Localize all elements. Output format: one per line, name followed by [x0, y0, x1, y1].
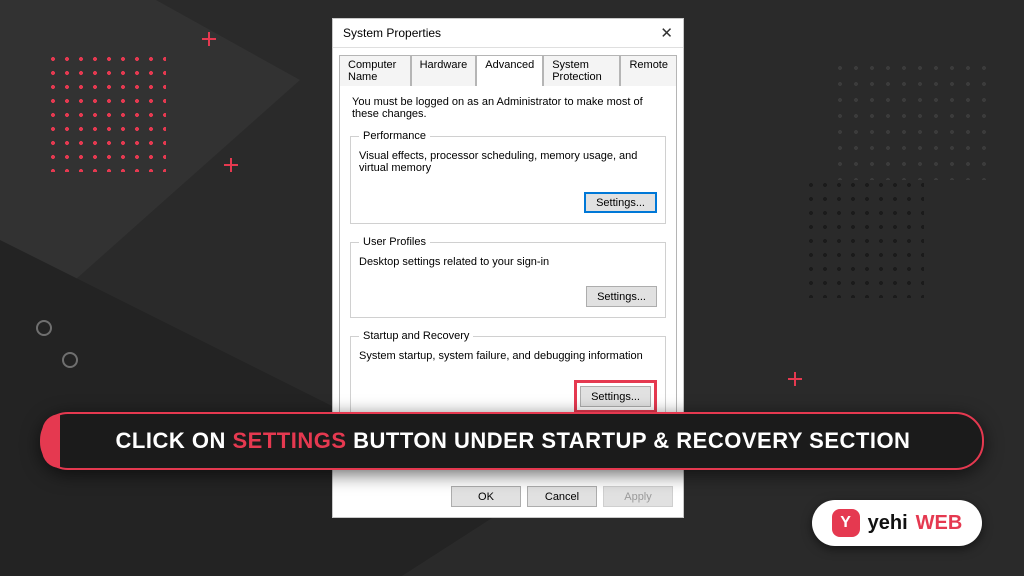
ring-icon — [62, 352, 78, 368]
window-title: System Properties — [343, 26, 441, 40]
logo-text-1: yehi — [868, 512, 908, 535]
group-startup-recovery-legend: Startup and Recovery — [359, 330, 473, 342]
close-icon[interactable]: ✕ — [643, 24, 673, 42]
tab-computer-name[interactable]: Computer Name — [339, 55, 411, 86]
tab-remote[interactable]: Remote — [620, 55, 677, 86]
group-startup-recovery: Startup and Recovery System startup, sys… — [350, 330, 666, 424]
bg-dots-red — [46, 52, 166, 172]
startup-recovery-settings-button[interactable]: Settings... — [580, 386, 651, 407]
banner-text-post: BUTTON UNDER STARTUP & RECOVERY SECTION — [347, 428, 911, 453]
group-performance-desc: Visual effects, processor scheduling, me… — [359, 150, 657, 174]
bg-dots-light — [832, 60, 992, 180]
ring-icon — [36, 320, 52, 336]
group-user-profiles-desc: Desktop settings related to your sign-in — [359, 256, 657, 268]
group-performance: Performance Visual effects, processor sc… — [350, 130, 666, 224]
window-titlebar[interactable]: System Properties ✕ — [333, 19, 683, 48]
cancel-button[interactable]: Cancel — [527, 486, 597, 507]
performance-settings-button[interactable]: Settings... — [584, 192, 657, 213]
banner-text: CLICK ON SETTINGS BUTTON UNDER STARTUP &… — [66, 428, 982, 454]
group-performance-legend: Performance — [359, 130, 430, 142]
dialog-button-row: OK Cancel Apply — [333, 478, 683, 517]
user-profiles-settings-button[interactable]: Settings... — [586, 286, 657, 307]
ok-button[interactable]: OK — [451, 486, 521, 507]
apply-button: Apply — [603, 486, 673, 507]
banner-text-em: SETTINGS — [232, 428, 346, 453]
tab-advanced[interactable]: Advanced — [476, 55, 543, 86]
plus-icon — [200, 30, 218, 48]
tab-system-protection[interactable]: System Protection — [543, 55, 620, 86]
group-user-profiles: User Profiles Desktop settings related t… — [350, 236, 666, 318]
instruction-banner: CLICK ON SETTINGS BUTTON UNDER STARTUP &… — [40, 412, 984, 470]
plus-icon — [222, 156, 240, 174]
tab-strip: Computer Name Hardware Advanced System P… — [333, 48, 683, 85]
group-startup-recovery-desc: System startup, system failure, and debu… — [359, 350, 657, 362]
plus-icon — [786, 370, 804, 388]
yehiweb-logo: Y yehi WEB — [812, 500, 982, 546]
banner-text-pre: CLICK ON — [116, 428, 233, 453]
bg-dots-dark — [804, 178, 924, 298]
logo-badge-icon: Y — [832, 509, 860, 537]
group-user-profiles-legend: User Profiles — [359, 236, 430, 248]
tab-hardware[interactable]: Hardware — [411, 55, 477, 86]
banner-accent — [42, 414, 60, 468]
intro-text: You must be logged on as an Administrato… — [352, 96, 666, 120]
logo-text-2: WEB — [916, 512, 963, 535]
highlight-box: Settings... — [574, 380, 657, 413]
